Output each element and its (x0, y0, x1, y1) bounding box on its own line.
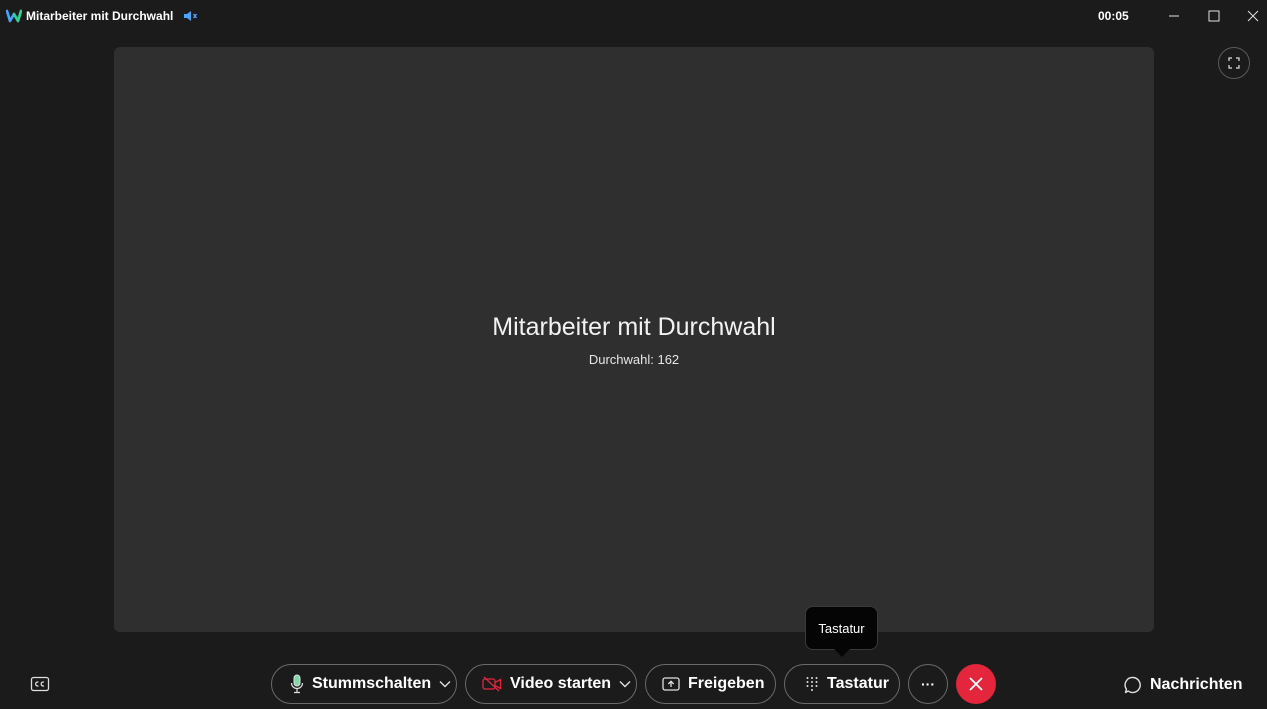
participant-extension: Durchwahl: 162 (588, 352, 680, 367)
tooltip-text: Tastatur (818, 620, 865, 636)
cc-icon (30, 676, 50, 692)
mute-button[interactable]: Stummschalten (271, 664, 457, 704)
title-bar: Mitarbeiter mit Durchwahl 00:05 (0, 0, 1267, 32)
call-timer: 00:05 (1098, 9, 1129, 23)
close-icon (969, 677, 983, 691)
video-off-icon (482, 676, 502, 692)
share-button[interactable]: Freigeben (645, 664, 776, 704)
chevron-down-icon[interactable] (439, 680, 451, 688)
more-options-button[interactable]: ··· (908, 664, 948, 704)
keypad-button[interactable]: Tastatur (784, 664, 900, 704)
fullscreen-button[interactable] (1218, 47, 1250, 79)
speaker-icon[interactable] (182, 8, 200, 24)
minimize-button[interactable] (1159, 4, 1189, 28)
tooltip-arrow (834, 649, 850, 657)
messages-button[interactable]: Nachrichten (1124, 673, 1242, 697)
share-label: Freigeben (688, 675, 765, 692)
chevron-down-icon[interactable] (619, 680, 631, 688)
minimize-icon (1169, 15, 1179, 17)
more-options-icon: ··· (921, 676, 935, 692)
captions-button[interactable] (28, 673, 52, 695)
keypad-icon (806, 677, 818, 691)
share-screen-icon (662, 677, 680, 691)
maximize-button[interactable] (1199, 4, 1229, 28)
video-label: Video starten (510, 675, 612, 692)
fullscreen-icon (1228, 57, 1240, 69)
maximize-icon (1208, 10, 1220, 22)
window-title: Mitarbeiter mit Durchwahl (26, 9, 174, 23)
meeting-window: Mitarbeiter mit Durchwahl 00:05 Mitarbei… (0, 0, 1267, 709)
microphone-icon (290, 674, 304, 694)
end-call-button[interactable] (956, 664, 996, 704)
messages-label: Nachrichten (1150, 676, 1243, 693)
chat-bubble-icon (1124, 676, 1141, 694)
video-stage: Mitarbeiter mit Durchwahl Durchwahl: 162 (114, 47, 1154, 632)
participant-name: Mitarbeiter mit Durchwahl (492, 313, 776, 341)
start-video-button[interactable]: Video starten (465, 664, 637, 704)
webex-logo-icon (5, 8, 23, 24)
keypad-tooltip: Tastatur (805, 606, 878, 650)
keypad-label: Tastatur (827, 675, 889, 692)
close-icon (1247, 10, 1259, 22)
close-window-button[interactable] (1238, 4, 1267, 28)
mute-label: Stummschalten (312, 675, 432, 692)
